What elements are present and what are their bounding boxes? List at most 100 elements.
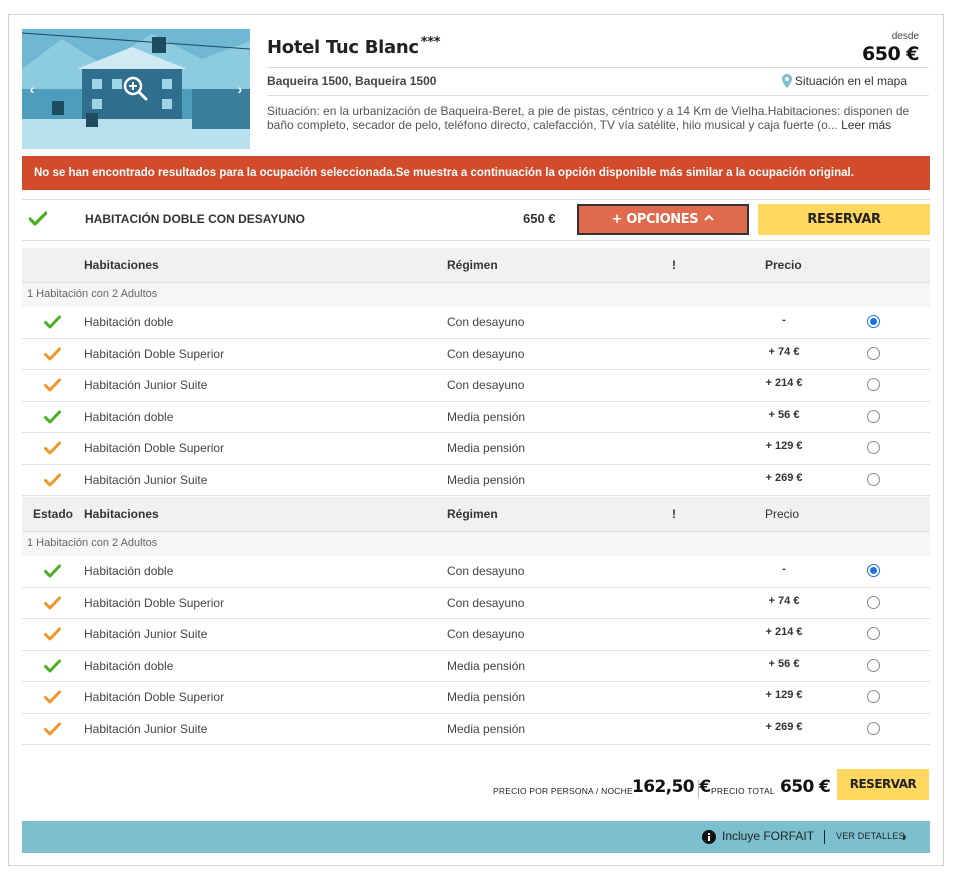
room-radio[interactable] <box>867 441 880 454</box>
check-icon <box>44 347 61 360</box>
table-row[interactable]: Habitación Doble Superior Media pensión + … <box>22 682 930 714</box>
room-name: Habitación Junior Suite <box>84 472 208 487</box>
room-radio[interactable] <box>867 627 880 640</box>
forfait-bar: Incluye FORFAIT VER DETALLES › <box>22 821 930 853</box>
room-radio[interactable] <box>867 315 880 328</box>
total-price: 650 € <box>780 777 831 797</box>
hotel-name-text: Hotel Tuc Blanc <box>267 37 419 58</box>
options-button-label: + OPCIONES <box>611 212 699 227</box>
table-row[interactable]: Habitación Junior Suite Con desayuno + 214… <box>22 370 930 402</box>
table-row[interactable]: Habitación doble Media pensión + 56 € <box>22 651 930 682</box>
room-name: Habitación doble <box>84 409 174 424</box>
room-regime: Con desayuno <box>447 346 525 361</box>
occupancy-group: 1 Habitación con 2 Adultos <box>22 283 930 307</box>
room-radio[interactable] <box>867 564 880 577</box>
room-price: - <box>782 314 786 326</box>
room-radio[interactable] <box>867 409 880 423</box>
header-habitaciones: Habitaciones <box>84 507 159 521</box>
options-button[interactable]: + OPCIONES <box>577 204 749 235</box>
occupancy-label: 1 Habitación con 2 Adultos <box>27 288 158 300</box>
desde-label: desde <box>891 31 919 42</box>
hotel-photo[interactable]: ‹ › <box>22 29 250 149</box>
check-icon <box>29 211 47 226</box>
room-price: + 56 € <box>768 657 800 670</box>
table-row[interactable]: Habitación doble Con desayuno - <box>22 556 930 588</box>
table-row[interactable]: Habitación Junior Suite Media pensión + 26… <box>22 465 930 496</box>
room-price: + 269 € <box>765 471 803 484</box>
room-name: Habitación Doble Superior <box>84 690 225 704</box>
room-regime: Media pensión <box>447 472 526 487</box>
room-radio[interactable] <box>867 658 880 672</box>
table-header: Estado Habitaciones Régimen! Precio <box>22 497 930 532</box>
room-radio[interactable] <box>867 346 880 360</box>
header-alert: ! <box>672 507 676 521</box>
table-row[interactable]: Habitación Doble Superior Con desayuno + 7… <box>22 339 930 370</box>
room-regime: Con desayuno <box>447 564 525 578</box>
header-estado: Estado <box>33 507 74 521</box>
check-icon <box>44 441 61 455</box>
table-row[interactable]: Habitación Doble Superior Con desayuno + 7… <box>22 588 930 619</box>
zoom-icon[interactable] <box>122 75 148 101</box>
room-name: Habitación Doble Superior <box>84 441 225 455</box>
check-icon <box>44 596 61 609</box>
room-price: + 56 € <box>768 408 800 421</box>
hotel-location: Baqueira 1500, Baqueira 1500 <box>267 74 437 88</box>
header-precio: Precio <box>765 507 800 521</box>
check-icon <box>44 659 61 672</box>
check-icon <box>44 473 61 486</box>
summary-price: 650 € <box>523 211 556 226</box>
divider <box>267 67 929 68</box>
divider <box>22 199 930 200</box>
table-row[interactable]: Habitación Junior Suite Con desayuno + 214… <box>22 619 930 651</box>
photo-prev-arrow-icon[interactable]: ‹ <box>24 79 40 99</box>
table-row[interactable]: Habitación doble Media pensión + 56 € <box>22 402 930 433</box>
chevron-up-icon <box>704 214 715 221</box>
room-regime: Media pensión <box>447 658 526 673</box>
table-header: Habitaciones Régimen! Precio <box>22 248 930 283</box>
photo-next-arrow-icon[interactable]: › <box>232 79 248 99</box>
header-alert: ! <box>672 258 676 272</box>
header-regimen: Régimen <box>447 507 498 521</box>
room-price: - <box>782 563 786 575</box>
room-price: + 214 € <box>765 377 803 389</box>
info-icon <box>702 830 716 844</box>
divider <box>267 95 929 96</box>
footer-reserve-button[interactable]: RESERVAR <box>837 769 929 800</box>
room-regime: Media pensión <box>447 409 526 424</box>
total-price-label: PRECIO TOTAL <box>711 786 775 796</box>
room-price: + 269 € <box>765 720 803 733</box>
room-regime: Media pensión <box>447 441 526 455</box>
summary-room: HABITACIÓN DOBLE CON DESAYUNO <box>85 212 306 226</box>
room-name: Habitación Doble Superior <box>84 595 225 610</box>
view-details-link[interactable]: VER DETALLES <box>836 831 905 841</box>
room-radio[interactable] <box>867 595 880 609</box>
room-price: + 74 € <box>768 345 800 358</box>
room-price: + 129 € <box>765 440 803 452</box>
rooms-table: Estado Habitaciones Régimen! Precio 1 Habita… <box>22 497 930 745</box>
map-link[interactable]: Situación en el mapa <box>781 74 907 88</box>
room-radio[interactable] <box>867 378 880 391</box>
chevron-right-icon[interactable]: › <box>902 828 907 844</box>
occupancy-group: 1 Habitación con 2 Adultos <box>22 532 930 556</box>
description-text: Situación: en la urbanización de Baqueir… <box>267 104 910 132</box>
room-name: Habitación Junior Suite <box>84 378 208 392</box>
header-precio: Precio <box>765 258 802 272</box>
table-row[interactable]: Habitación Junior Suite Media pensión + 26… <box>22 714 930 745</box>
divider <box>698 780 699 798</box>
header-regimen: Régimen <box>447 258 498 272</box>
forfait-text: Incluye FORFAIT <box>722 829 815 843</box>
check-icon <box>44 690 61 704</box>
reserve-button[interactable]: RESERVAR <box>758 204 930 235</box>
room-radio[interactable] <box>867 472 880 486</box>
read-more-link[interactable]: Leer más <box>841 118 891 132</box>
room-name: Habitación doble <box>84 658 174 673</box>
room-radio[interactable] <box>867 721 880 735</box>
hotel-name: Hotel Tuc Blanc *** <box>267 35 441 58</box>
rooms-table: Habitaciones Régimen! Precio 1 Habitación c… <box>22 248 930 496</box>
per-person-label: PRECIO POR PERSONA / NOCHE <box>493 786 633 796</box>
table-row[interactable]: Habitación doble Con desayuno - <box>22 307 930 339</box>
hotel-card: ‹ › Hotel Tuc Blanc *** desde 650 € Baque… <box>8 14 944 866</box>
room-radio[interactable] <box>867 690 880 703</box>
table-row[interactable]: Habitación Doble Superior Media pensión + … <box>22 433 930 465</box>
room-regime: Media pensión <box>447 721 526 736</box>
